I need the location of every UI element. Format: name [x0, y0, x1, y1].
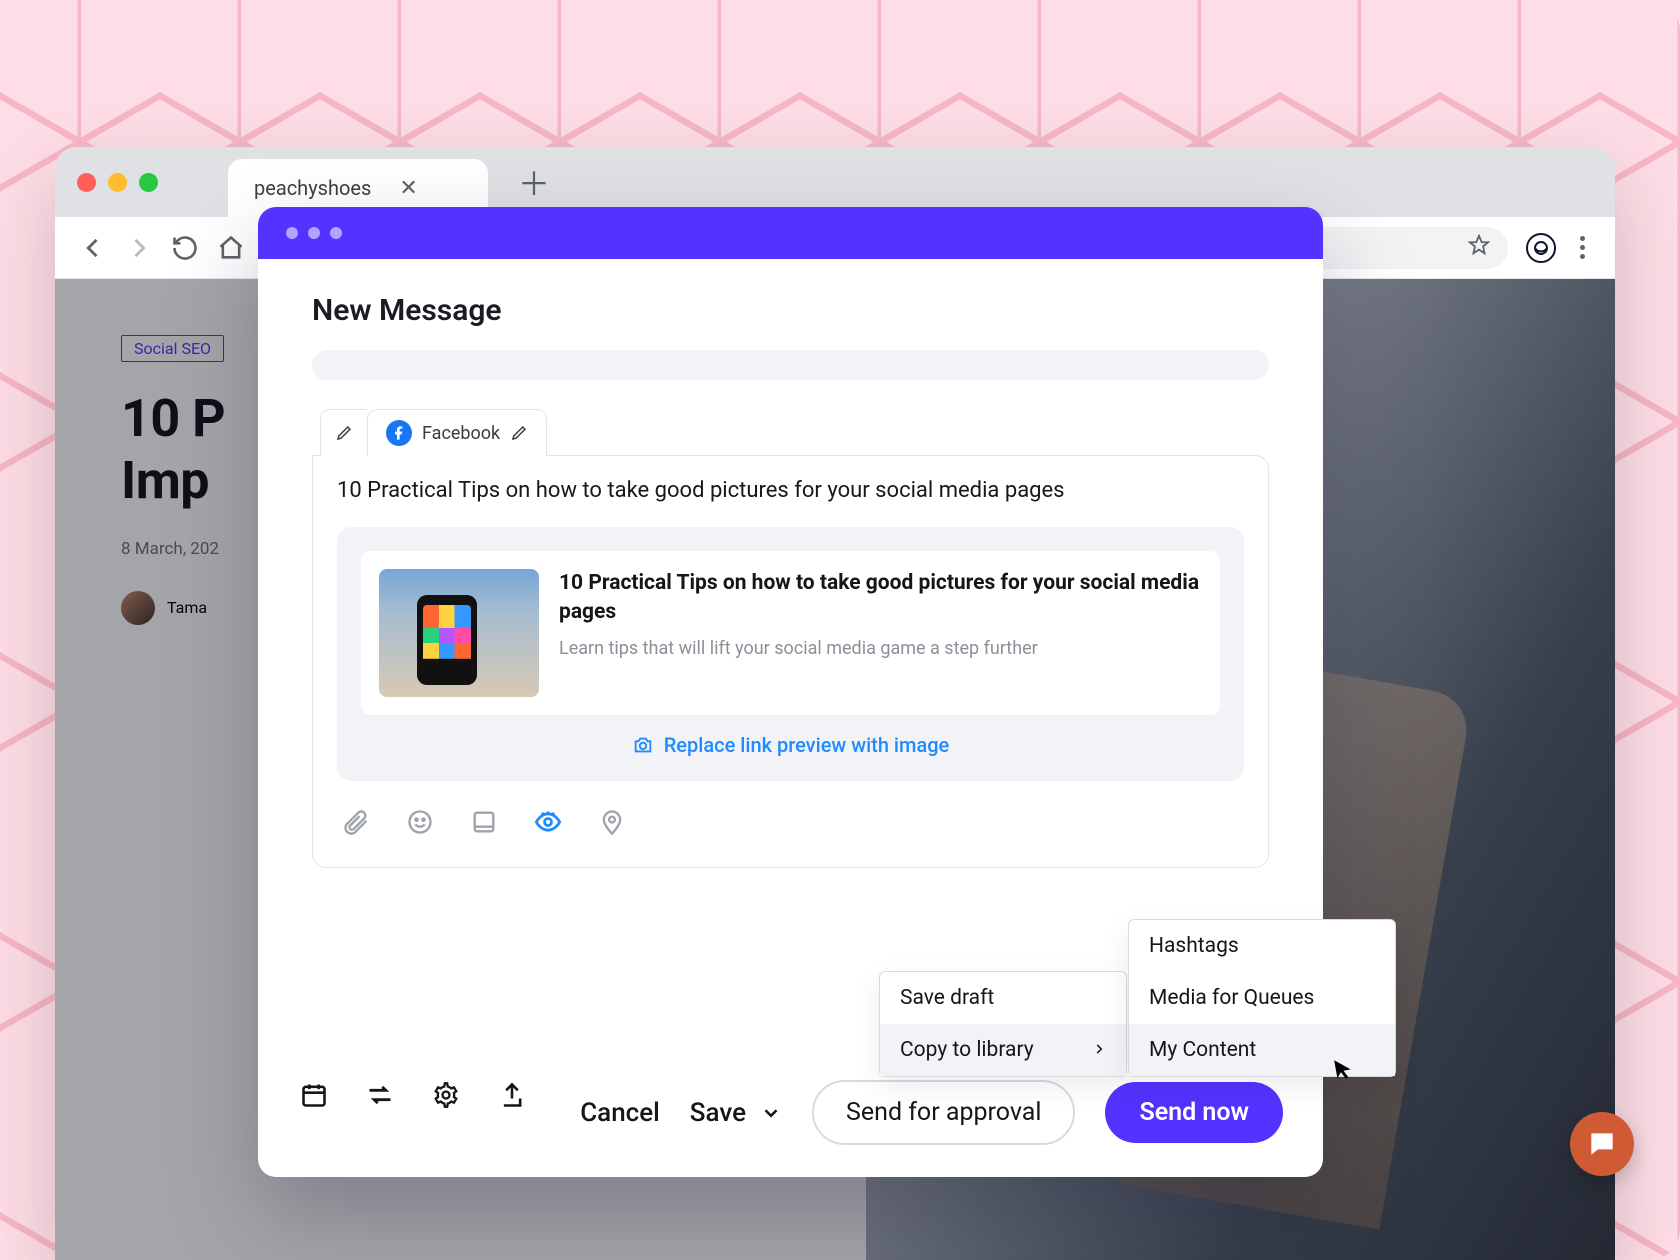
window-close-icon[interactable]	[77, 173, 96, 192]
nav-forward-icon	[125, 234, 153, 262]
link-preview: 10 Practical Tips on how to take good pi…	[337, 527, 1244, 781]
link-preview-card[interactable]: 10 Practical Tips on how to take good pi…	[361, 551, 1220, 715]
editor-toolbar	[337, 801, 1244, 843]
library-submenu: Hashtags Media for Queues My Content	[1128, 919, 1396, 1077]
link-preview-title: 10 Practical Tips on how to take good pi…	[559, 569, 1202, 628]
link-preview-thumbnail	[379, 569, 539, 697]
modal-dot-icon	[330, 227, 342, 239]
facebook-icon	[386, 420, 412, 446]
attachment-icon[interactable]	[341, 807, 371, 837]
composer-titlebar	[258, 207, 1323, 259]
send-for-approval-button[interactable]: Send for approval	[812, 1080, 1075, 1145]
menu-item-save-draft[interactable]: Save draft	[880, 972, 1126, 1024]
submenu-item-my-content[interactable]: My Content	[1129, 1024, 1395, 1076]
save-button[interactable]: Save	[690, 1098, 782, 1128]
browser-menu-icon[interactable]	[1574, 236, 1591, 259]
message-text[interactable]: 10 Practical Tips on how to take good pi…	[337, 478, 1244, 503]
tab-facebook[interactable]: Facebook	[367, 409, 547, 456]
modal-dot-icon	[286, 227, 298, 239]
composer-title: New Message	[312, 293, 1269, 328]
reload-icon[interactable]	[171, 234, 199, 262]
replace-preview-button[interactable]: Replace link preview with image	[361, 733, 1220, 757]
card-icon[interactable]	[469, 807, 499, 837]
modal-dot-icon	[308, 227, 320, 239]
nav-back-icon[interactable]	[79, 234, 107, 262]
chevron-down-icon	[760, 1102, 782, 1124]
message-editor[interactable]: 10 Practical Tips on how to take good pi…	[312, 455, 1269, 868]
bookmark-star-icon[interactable]	[1468, 234, 1490, 262]
cursor-icon	[1332, 1057, 1354, 1083]
emoji-icon[interactable]	[405, 807, 435, 837]
location-icon[interactable]	[597, 807, 627, 837]
chat-fab-button[interactable]	[1570, 1112, 1634, 1176]
chevron-right-icon	[1092, 1040, 1106, 1061]
submenu-item-media-for-queues[interactable]: Media for Queues	[1129, 972, 1395, 1024]
recipient-field[interactable]	[312, 350, 1269, 380]
chat-icon	[1586, 1128, 1618, 1160]
tab-title: peachyshoes	[254, 176, 371, 200]
cancel-button[interactable]: Cancel	[580, 1098, 660, 1128]
new-tab-button[interactable]: ＋	[518, 159, 550, 205]
submenu-item-hashtags[interactable]: Hashtags	[1129, 920, 1395, 972]
visibility-icon[interactable]	[533, 807, 563, 837]
tab-close-icon[interactable]: ✕	[399, 176, 417, 201]
menu-item-copy-to-library[interactable]: Copy to library	[880, 1024, 1126, 1076]
camera-icon	[632, 734, 654, 756]
composer-footer-buttons: Cancel Save Send for approval Send now	[258, 1080, 1323, 1169]
extension-icon[interactable]	[1526, 233, 1556, 263]
save-menu: Save draft Copy to library	[879, 971, 1127, 1077]
home-icon[interactable]	[217, 234, 245, 262]
edit-tab-icon[interactable]	[510, 424, 528, 442]
window-minimize-icon[interactable]	[108, 173, 127, 192]
edit-all-tab[interactable]	[320, 409, 367, 456]
window-controls	[77, 173, 158, 192]
platform-tab-label: Facebook	[422, 423, 500, 444]
send-now-button[interactable]: Send now	[1105, 1082, 1283, 1143]
composer-modal: New Message Facebook 10 Practical Tips o…	[258, 207, 1323, 1177]
link-preview-description: Learn tips that will lift your social me…	[559, 638, 1202, 659]
window-zoom-icon[interactable]	[139, 173, 158, 192]
